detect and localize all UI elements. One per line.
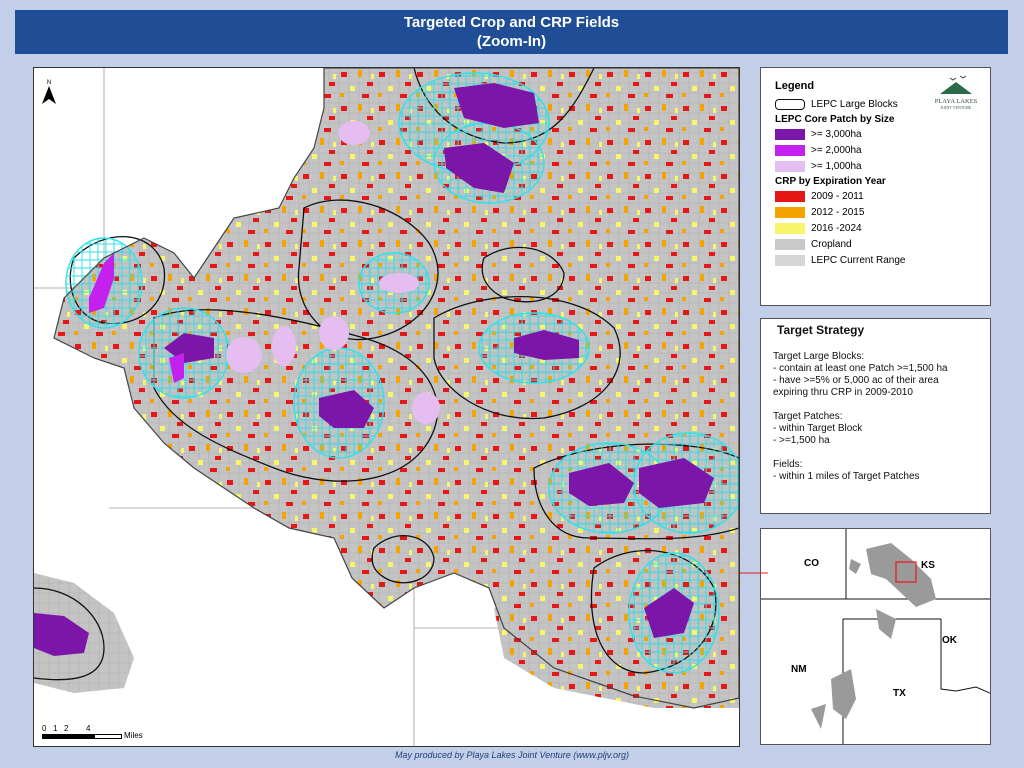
legend-row-cropland: Cropland <box>775 238 980 251</box>
logo-text: PLAYA LAKES <box>934 98 978 105</box>
patches-line: - within Target Block <box>773 423 863 434</box>
north-arrow: N <box>42 80 56 106</box>
inset-connector-line <box>738 572 768 574</box>
crp-heading: CRP by Expiration Year <box>775 176 886 187</box>
core-heading: LEPC Core Patch by Size <box>775 114 895 125</box>
north-arrow-icon <box>42 86 56 104</box>
blocks-line: expiring thru CRP in 2009-2010 <box>773 387 913 398</box>
birds-icon <box>940 75 972 94</box>
strategy-title: Target Strategy <box>777 323 865 337</box>
main-map[interactable]: N 0 1 2 4 Miles <box>33 67 740 747</box>
core-3000-swatch <box>775 129 805 140</box>
legend-row-core-1000: >= 1,000ha <box>775 160 980 173</box>
legend-row-crp-2012: 2012 - 2015 <box>775 206 980 219</box>
legend-row-core-3000: >= 3,000ha <box>775 128 980 141</box>
blocks-line: - have >=5% or 5,000 ac of their area <box>773 375 939 386</box>
title-bar: Targeted Crop and CRP Fields (Zoom-In) <box>15 10 1008 54</box>
scale-graphic: Miles <box>42 731 143 740</box>
legend-label: 2016 -2024 <box>811 223 862 234</box>
legend-label: 2012 - 2015 <box>811 207 865 218</box>
scale-tick-4: 4 <box>86 724 91 733</box>
locator-inset-map[interactable]: CO KS OK NM TX <box>760 528 991 745</box>
legend-label: 2009 - 2011 <box>811 191 864 202</box>
legend-panel: PLAYA LAKES JOINT VENTURE Legend LEPC La… <box>760 67 991 306</box>
playa-lakes-logo: PLAYA LAKES JOINT VENTURE <box>930 74 982 110</box>
crp-2016-swatch <box>775 223 805 234</box>
state-label-co: CO <box>804 558 819 569</box>
range-swatch <box>775 255 805 266</box>
blocks-heading: Target Large Blocks: <box>773 351 865 362</box>
legend-label: LEPC Current Range <box>811 255 906 266</box>
legend-label: >= 1,000ha <box>811 161 862 172</box>
legend-row-core-2000: >= 2,000ha <box>775 144 980 157</box>
legend-label: >= 3,000ha <box>811 129 862 140</box>
map-subtitle: (Zoom-In) <box>476 33 547 50</box>
crp-2009-swatch <box>775 191 805 202</box>
cropland-swatch <box>775 239 805 250</box>
core-1000-swatch <box>775 161 805 172</box>
legend-row-crp-2009: 2009 - 2011 <box>775 190 980 203</box>
crp-2012-swatch <box>775 207 805 218</box>
core-2000-swatch <box>775 145 805 156</box>
state-label-tx: TX <box>893 688 906 699</box>
legend-row-crp-2016: 2016 -2024 <box>775 222 980 235</box>
footer-credit: May produced by Playa Lakes Joint Ventur… <box>394 750 630 760</box>
large-block-swatch <box>775 99 805 110</box>
legend-label: Cropland <box>811 239 852 250</box>
state-label-nm: NM <box>791 664 807 675</box>
state-label-ok: OK <box>942 635 957 646</box>
scale-tick-1: 1 <box>53 724 58 733</box>
scale-tick-0: 0 <box>42 724 47 733</box>
legend-label: LEPC Large Blocks <box>811 99 898 110</box>
scale-unit: Miles <box>124 731 143 740</box>
scale-bar: 0 1 2 4 Miles <box>42 724 143 740</box>
fields-heading: Fields: <box>773 459 803 470</box>
fields-line: - within 1 miles of Target Patches <box>773 471 920 482</box>
logo-subtext: JOINT VENTURE <box>940 105 972 110</box>
legend-row-range: LEPC Current Range <box>775 254 980 267</box>
legend-label: >= 2,000ha <box>811 145 862 156</box>
patches-line: - >=1,500 ha <box>773 435 830 446</box>
target-strategy-panel: Target Strategy Target Large Blocks: - c… <box>760 318 991 514</box>
scale-tick-2: 2 <box>64 724 69 733</box>
patches-heading: Target Patches: <box>773 411 843 422</box>
map-title: Targeted Crop and CRP Fields <box>403 14 620 31</box>
state-label-ks: KS <box>921 560 935 571</box>
blocks-line: - contain at least one Patch >=1,500 ha <box>773 363 948 374</box>
map-canvas <box>34 68 739 746</box>
